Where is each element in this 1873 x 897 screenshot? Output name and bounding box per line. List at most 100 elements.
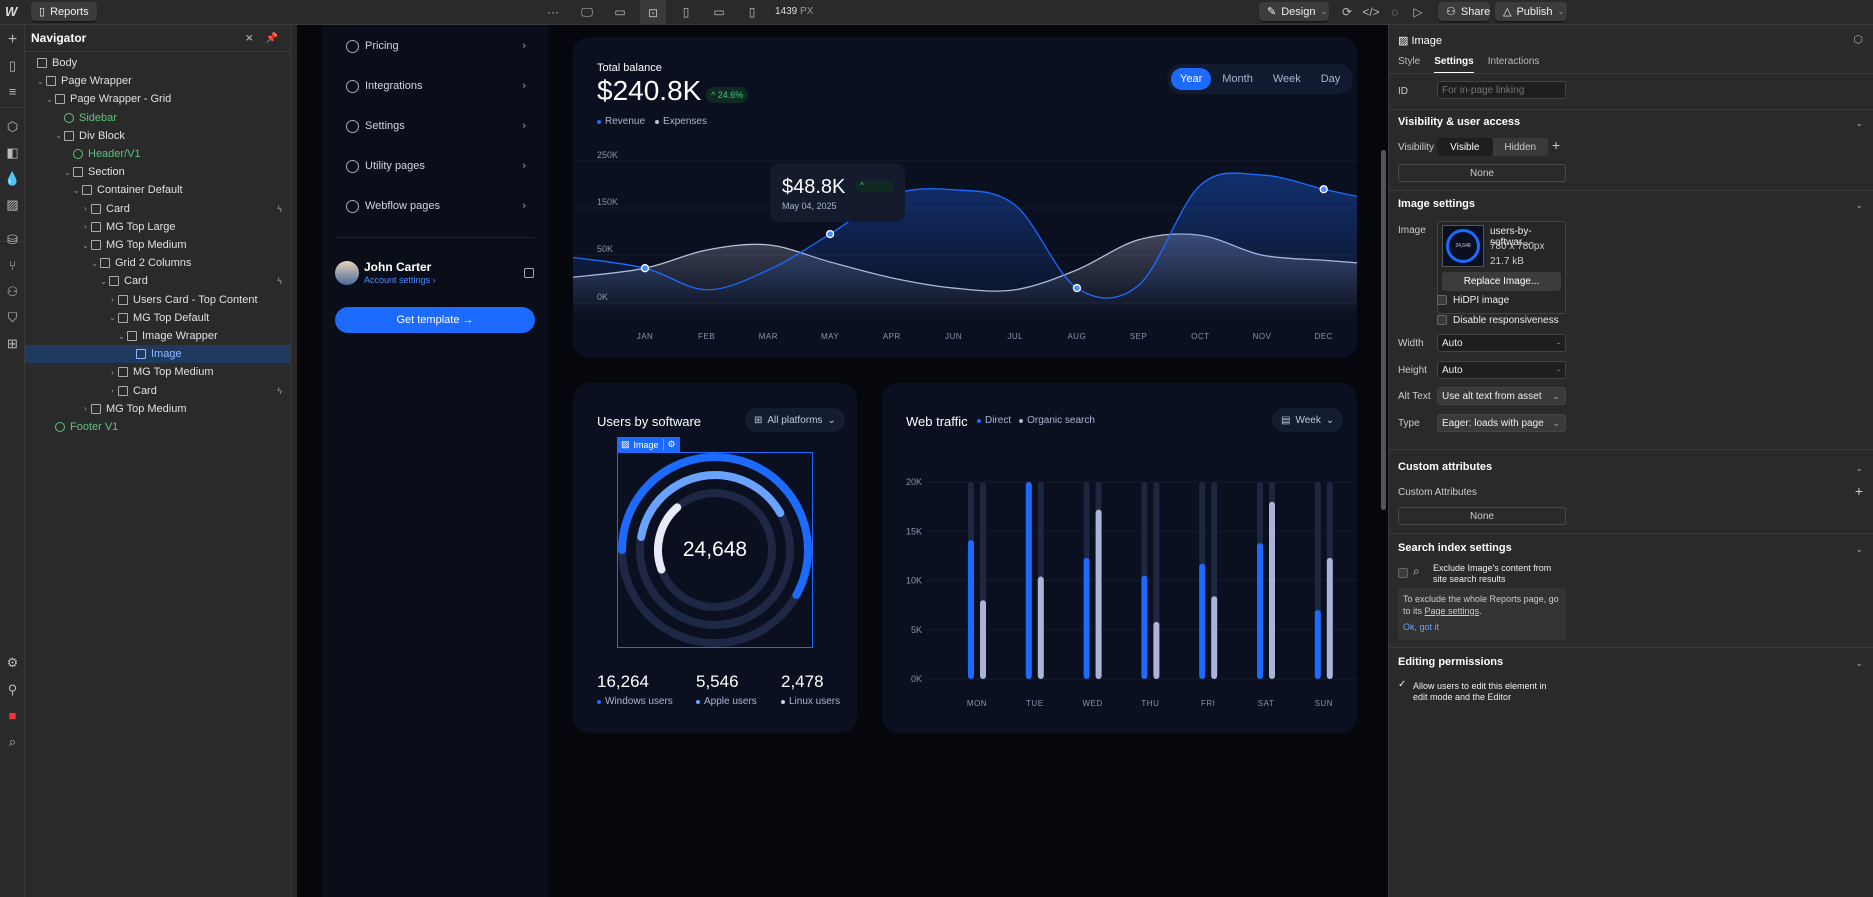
bar-direct[interactable] bbox=[1025, 482, 1032, 679]
chevron-down-icon[interactable]: ⌄ bbox=[1855, 463, 1863, 474]
sidebar-item[interactable]: Integrations › bbox=[346, 76, 526, 96]
ok-got-it-link[interactable]: Ok, got it bbox=[1403, 621, 1561, 633]
navigator-item[interactable]: ⌄ MG Top Medium bbox=[25, 236, 290, 254]
add-icon[interactable]: + bbox=[4, 31, 21, 48]
navigator-item[interactable]: › Card ϟ bbox=[25, 200, 290, 218]
desktop-large-icon[interactable]: ▭ bbox=[609, 3, 631, 21]
hidden-toggle[interactable]: Hidden bbox=[1493, 138, 1549, 156]
custom-attributes-title[interactable]: Custom attributes bbox=[1398, 461, 1492, 473]
navigator-item[interactable]: Header/V1 bbox=[25, 145, 290, 163]
data-point-marker[interactable] bbox=[640, 264, 650, 273]
navigator-icon[interactable]: ≡ bbox=[4, 83, 21, 100]
selected-element-label[interactable]: ▨ Image ⚙ bbox=[617, 437, 680, 452]
code-icon[interactable]: </> bbox=[1360, 3, 1382, 21]
webflow-logo-icon[interactable]: W bbox=[5, 4, 17, 19]
logic-icon[interactable]: ⑂ bbox=[4, 257, 21, 274]
navigator-item[interactable]: › Card ϟ bbox=[25, 382, 290, 400]
bar-organic-search[interactable] bbox=[1326, 557, 1333, 679]
variables-icon[interactable]: ◧ bbox=[4, 144, 21, 161]
tab-settings[interactable]: Settings bbox=[1434, 56, 1474, 73]
width-input[interactable]: Auto - bbox=[1437, 334, 1566, 352]
navigator-item[interactable]: ⌄ Page Wrapper - Grid bbox=[25, 90, 290, 108]
navigator-item[interactable]: › MG Top Medium bbox=[25, 363, 290, 381]
id-input[interactable] bbox=[1437, 81, 1566, 99]
settings-icon[interactable]: ⚙ bbox=[4, 654, 21, 671]
visibility-section-title[interactable]: Visibility & user access bbox=[1398, 116, 1520, 128]
bar-direct[interactable] bbox=[1257, 543, 1263, 679]
bar-organic-search[interactable] bbox=[980, 600, 986, 679]
navigator-item[interactable]: Image bbox=[25, 345, 290, 364]
sidebar-item[interactable]: Settings › bbox=[346, 116, 526, 136]
apps-icon[interactable]: ⊞ bbox=[4, 335, 21, 352]
height-input[interactable]: Auto - bbox=[1437, 361, 1566, 379]
editing-permissions-title[interactable]: Editing permissions bbox=[1398, 656, 1503, 668]
account-settings-link[interactable]: Account settings › bbox=[364, 275, 436, 285]
traffic-period-select[interactable]: ▤ Week ⌄ bbox=[1272, 408, 1344, 432]
bar-organic-search[interactable] bbox=[1269, 501, 1275, 679]
chevron-down-icon[interactable]: ⌄ bbox=[1855, 118, 1863, 129]
publish-button[interactable]: △ Publish ⌄ bbox=[1495, 2, 1567, 21]
replace-image-button[interactable]: Replace Image... bbox=[1442, 272, 1561, 291]
chevron-down-icon[interactable]: ⌄ bbox=[81, 241, 90, 250]
navigator-item[interactable]: ⌄ Grid 2 Columns bbox=[25, 254, 290, 272]
tab-interactions[interactable]: Interactions bbox=[1488, 56, 1540, 73]
tablet-icon[interactable]: ▯ bbox=[675, 3, 697, 21]
chevron-down-icon[interactable]: ⌄ bbox=[117, 332, 126, 341]
sync-icon[interactable]: ⟳ bbox=[1336, 3, 1358, 21]
visibility-none[interactable]: None bbox=[1398, 164, 1566, 182]
allow-edit-checkbox[interactable]: ✓ bbox=[1398, 679, 1406, 690]
bar-direct[interactable] bbox=[1083, 557, 1090, 679]
settings-icon[interactable]: ⚙ bbox=[662, 439, 676, 450]
navigator-item[interactable]: ⌄ Section bbox=[25, 163, 290, 181]
sidebar-item[interactable]: Utility pages › bbox=[346, 156, 526, 176]
share-button[interactable]: ⚇ Share bbox=[1438, 2, 1490, 21]
chevron-down-icon[interactable]: ⌄ bbox=[45, 95, 54, 104]
record-icon[interactable]: ■ bbox=[4, 707, 21, 724]
comment-icon[interactable]: ◌ bbox=[1384, 3, 1406, 21]
data-point-marker[interactable] bbox=[825, 229, 835, 239]
sidebar-item[interactable]: Pricing › bbox=[346, 36, 526, 56]
bar-organic-search[interactable] bbox=[1153, 621, 1160, 679]
sidebar-item[interactable]: Webflow pages › bbox=[346, 196, 526, 216]
desktop-base-icon[interactable]: ⊡ bbox=[640, 0, 666, 25]
navigator-item[interactable]: › MG Top Large bbox=[25, 218, 290, 236]
audit-icon[interactable]: ⚲ bbox=[4, 681, 21, 698]
add-condition-icon[interactable]: + bbox=[1552, 137, 1560, 153]
hidpi-checkbox[interactable] bbox=[1437, 295, 1447, 305]
bar-organic-search[interactable] bbox=[1095, 509, 1102, 679]
styles-icon[interactable]: 💧 bbox=[4, 170, 21, 187]
bar-organic-search[interactable] bbox=[1037, 576, 1044, 679]
chevron-right-icon[interactable]: › bbox=[108, 368, 117, 377]
period-year[interactable]: Year bbox=[1171, 68, 1212, 90]
bar-direct[interactable] bbox=[1199, 563, 1206, 679]
navigator-item[interactable]: ⌄ Image Wrapper bbox=[25, 327, 290, 345]
assets-icon[interactable]: ▨ bbox=[4, 196, 21, 213]
canvas-width[interactable]: 1439 PX bbox=[775, 6, 813, 17]
navigator-item[interactable]: › Users Card - Top Content bbox=[25, 291, 290, 309]
sidebar-toggle-icon[interactable] bbox=[524, 268, 534, 278]
mobile-landscape-icon[interactable]: ▭ bbox=[708, 3, 730, 21]
period-week[interactable]: Week bbox=[1264, 68, 1310, 90]
mobile-portrait-icon[interactable]: ▯ bbox=[741, 3, 763, 21]
navigator-item[interactable]: › MG Top Medium bbox=[25, 400, 290, 418]
navigator-scrollbar[interactable] bbox=[290, 25, 297, 897]
image-thumbnail[interactable]: 24,648 bbox=[1442, 225, 1484, 267]
custom-attributes-none[interactable]: None bbox=[1398, 507, 1566, 525]
more-icon[interactable]: ··· bbox=[542, 3, 564, 21]
visible-toggle[interactable]: Visible bbox=[1437, 138, 1493, 156]
exclude-search-checkbox[interactable] bbox=[1398, 568, 1408, 578]
loading-type-select[interactable]: Eager: loads with page ⌄ bbox=[1437, 414, 1566, 432]
chevron-down-icon[interactable]: ⌄ bbox=[72, 186, 81, 195]
chevron-right-icon[interactable]: › bbox=[81, 404, 90, 413]
period-month[interactable]: Month bbox=[1213, 68, 1262, 90]
get-template-button[interactable]: Get template → bbox=[335, 307, 535, 333]
chevron-down-icon[interactable]: ⌄ bbox=[36, 77, 45, 86]
chevron-down-icon[interactable]: ⌄ bbox=[54, 131, 63, 140]
chevron-down-icon[interactable]: ⌄ bbox=[99, 277, 108, 286]
platform-filter[interactable]: ⊞ All platforms ⌄ bbox=[745, 408, 845, 432]
add-attribute-icon[interactable]: + bbox=[1855, 483, 1863, 499]
chevron-down-icon[interactable]: ⌄ bbox=[1855, 658, 1863, 669]
desktop-xl-icon[interactable]: 🖵 bbox=[576, 3, 598, 21]
search-index-title[interactable]: Search index settings bbox=[1398, 542, 1512, 554]
page-settings-link[interactable]: Page settings bbox=[1425, 606, 1480, 616]
